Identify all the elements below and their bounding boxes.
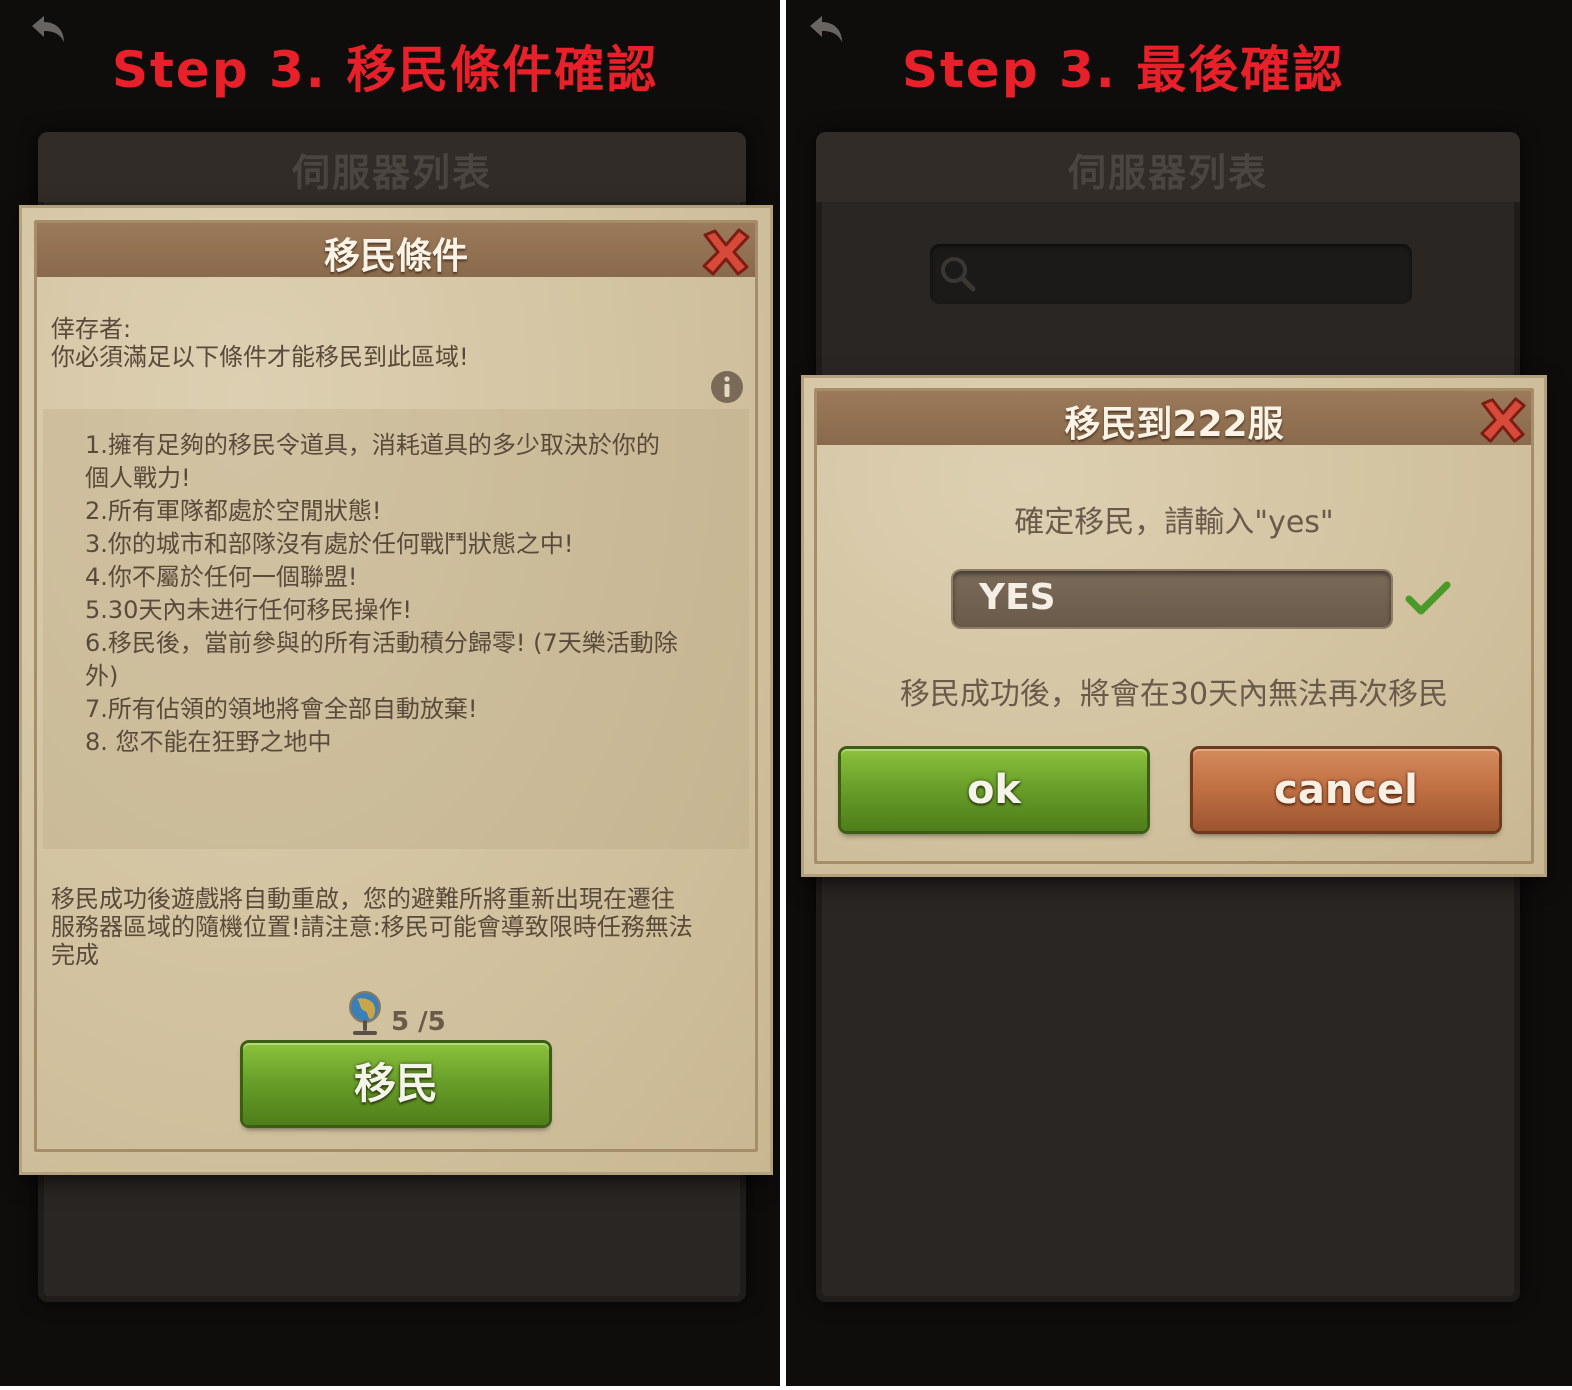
close-icon[interactable] (699, 227, 753, 277)
cooldown-warning: 移民成功後，將會在30天內無法再次移民 (899, 677, 1449, 712)
condition-line: 2.所有軍隊都處於空閒狀態! (85, 497, 382, 525)
condition-line: 6.移民後，當前參與的所有活動積分歸零! (7天樂活動除 (85, 629, 678, 657)
item-count: 5 /5 (391, 1007, 446, 1037)
checkmark-icon (1405, 581, 1451, 615)
server-list-header: 伺服器列表 (38, 132, 746, 202)
confirm-prompt: 確定移民，請輸入"yes" (1014, 505, 1334, 540)
dialog-header: 移民到222服 (817, 391, 1531, 445)
confirm-input-value: YES (979, 577, 1056, 618)
server-list-title: 伺服器列表 (1067, 151, 1268, 195)
left-screenshot-panel: Step 3. 移民條件確認 伺服器列表 移民條件 倖存者: 你必須滿足以下條件… (0, 0, 780, 1386)
server-list-header: 伺服器列表 (816, 132, 1520, 202)
migrate-button[interactable]: 移民 (243, 1043, 549, 1125)
right-screenshot-panel: Step 3. 最後確認 伺服器列表 移民到222服 確定移民，請輸入"yes"… (786, 0, 1572, 1386)
conditions-list: 1.擁有足夠的移民令道具，消耗道具的多少取決於你的 個人戰力! 2.所有軍隊都處… (85, 429, 725, 759)
greeting-text: 倖存者: (51, 315, 132, 343)
condition-line: 5.30天內未进行任何移民操作! (85, 596, 413, 624)
intro-text: 你必須滿足以下條件才能移民到此區域! (51, 343, 469, 371)
search-icon (941, 257, 976, 292)
notice-line: 移民成功後遊戲將自動重啟，您的避難所將重新出現在遷往 (51, 885, 675, 913)
condition-line: 1.擁有足夠的移民令道具，消耗道具的多少取決於你的 (85, 431, 660, 459)
globe-icon (349, 991, 381, 1035)
dialog-frame: 移民到222服 確定移民，請輸入"yes" YES 移民成功後，將會在30天內無… (814, 388, 1534, 864)
condition-line: 外) (85, 662, 119, 690)
restart-notice: 移民成功後遊戲將自動重啟，您的避難所將重新出現在遷往 服務器區域的隨機位置!請注… (51, 885, 751, 969)
notice-line: 服務器區域的隨機位置!請注意:移民可能會導致限時任務無法 (51, 913, 693, 941)
back-arrow-icon[interactable] (24, 12, 68, 52)
condition-line: 4.你不屬於任何一個聯盟! (85, 563, 358, 591)
dialog-header: 移民條件 (37, 223, 755, 277)
confirm-input[interactable]: YES (953, 571, 1391, 627)
step-title: Step 3. 最後確認 (902, 41, 1345, 99)
step-title: Step 3. 移民條件確認 (112, 41, 659, 99)
ok-button[interactable]: ok (841, 749, 1147, 831)
dialog-title: 移民到222服 (1064, 404, 1284, 445)
server-list-title: 伺服器列表 (291, 151, 492, 195)
dialog-title: 移民條件 (323, 236, 468, 277)
notice-line: 完成 (51, 941, 99, 969)
dialog-frame: 移民條件 倖存者: 你必須滿足以下條件才能移民到此區域! 1.擁有足夠的移民令道… (34, 220, 758, 1152)
condition-line: 8. 您不能在狂野之地中 (85, 728, 332, 756)
cancel-button[interactable]: cancel (1193, 749, 1499, 831)
condition-line: 個人戰力! (85, 464, 191, 492)
search-input[interactable] (930, 244, 1412, 304)
condition-line: 3.你的城市和部隊沒有處於任何戰鬥狀態之中! (85, 530, 574, 558)
migration-conditions-dialog: 移民條件 倖存者: 你必須滿足以下條件才能移民到此區域! 1.擁有足夠的移民令道… (22, 208, 770, 1172)
final-confirm-dialog: 移民到222服 確定移民，請輸入"yes" YES 移民成功後，將會在30天內無… (804, 378, 1544, 874)
info-icon[interactable] (709, 369, 745, 405)
condition-line: 7.所有佔領的領地將會全部自動放棄! (85, 695, 478, 723)
close-icon[interactable] (1477, 395, 1529, 445)
conditions-box: 1.擁有足夠的移民令道具，消耗道具的多少取決於你的 個人戰力! 2.所有軍隊都處… (43, 409, 749, 849)
back-arrow-icon[interactable] (802, 12, 846, 52)
